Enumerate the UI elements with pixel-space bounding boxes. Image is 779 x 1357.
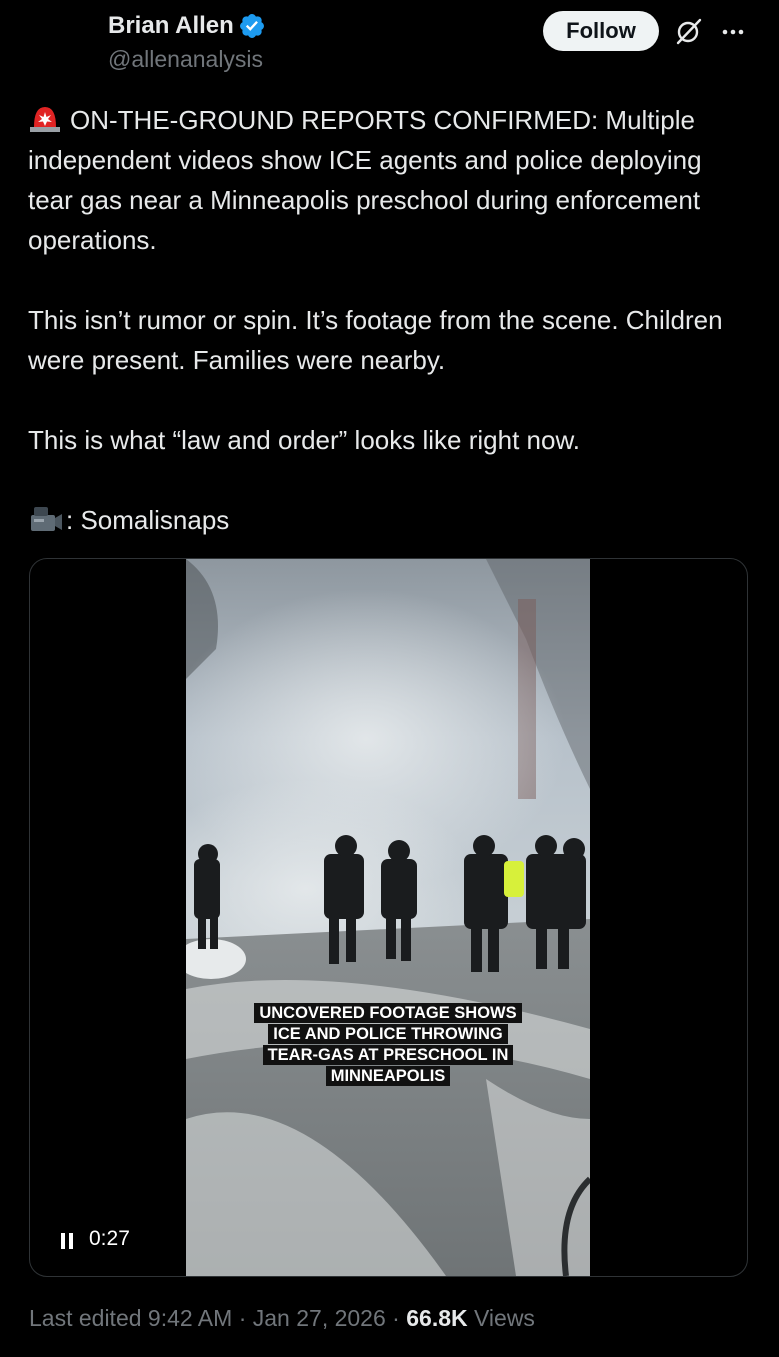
author-handle[interactable]: @allenanalysis bbox=[108, 46, 263, 73]
post-paragraph: : Somalisnaps bbox=[28, 500, 753, 540]
caption-line: ICE AND POLICE THROWING bbox=[268, 1024, 508, 1044]
post-text: ON-THE-GROUND REPORTS CONFIRMED: Multipl… bbox=[28, 100, 753, 540]
video-frame[interactable]: UNCOVERED FOOTAGE SHOWS ICE AND POLICE T… bbox=[186, 559, 590, 1276]
caption-line: UNCOVERED FOOTAGE SHOWS bbox=[254, 1003, 522, 1023]
more-icon[interactable] bbox=[719, 20, 747, 44]
video-scene-image bbox=[186, 559, 590, 1276]
credit-text: : Somalisnaps bbox=[66, 505, 230, 535]
meta-separator: · bbox=[238, 1305, 247, 1331]
video-time: 0:27 bbox=[89, 1227, 130, 1250]
follow-button[interactable]: Follow bbox=[543, 11, 659, 51]
video-caption: UNCOVERED FOOTAGE SHOWS ICE AND POLICE T… bbox=[246, 1003, 530, 1087]
post-meta: Last edited 9:42 AM · Jan 27, 2026 · 66.… bbox=[29, 1305, 535, 1332]
author-name-row[interactable]: Brian Allen bbox=[108, 12, 266, 40]
pause-icon[interactable] bbox=[60, 1233, 74, 1249]
grok-icon[interactable] bbox=[674, 16, 704, 46]
post-paragraph: This isn’t rumor or spin. It’s footage f… bbox=[28, 305, 723, 375]
video-player[interactable]: UNCOVERED FOOTAGE SHOWS ICE AND POLICE T… bbox=[29, 558, 748, 1277]
meta-separator: · bbox=[392, 1305, 400, 1331]
verified-badge-icon[interactable] bbox=[238, 12, 266, 40]
post-header: Brian Allen @allenanalysis Follow bbox=[0, 0, 779, 90]
author-name[interactable]: Brian Allen bbox=[108, 12, 234, 40]
views-label: Views bbox=[474, 1305, 535, 1331]
caption-line: TEAR-GAS AT PRESCHOOL IN bbox=[262, 1045, 514, 1065]
post-date[interactable]: Jan 27, 2026 bbox=[253, 1305, 386, 1331]
post-paragraph: This is what “law and order” looks like … bbox=[28, 425, 581, 455]
video-camera-icon bbox=[31, 507, 62, 531]
post-paragraph: ON-THE-GROUND REPORTS CONFIRMED: Multipl… bbox=[28, 100, 753, 260]
caption-line: MINNEAPOLIS bbox=[325, 1066, 451, 1086]
edited-time[interactable]: Last edited 9:42 AM bbox=[29, 1305, 232, 1331]
police-light-icon bbox=[30, 107, 60, 132]
post-paragraph-text: ON-THE-GROUND REPORTS CONFIRMED: Multipl… bbox=[28, 105, 702, 255]
views-count: 66.8K bbox=[406, 1305, 468, 1331]
